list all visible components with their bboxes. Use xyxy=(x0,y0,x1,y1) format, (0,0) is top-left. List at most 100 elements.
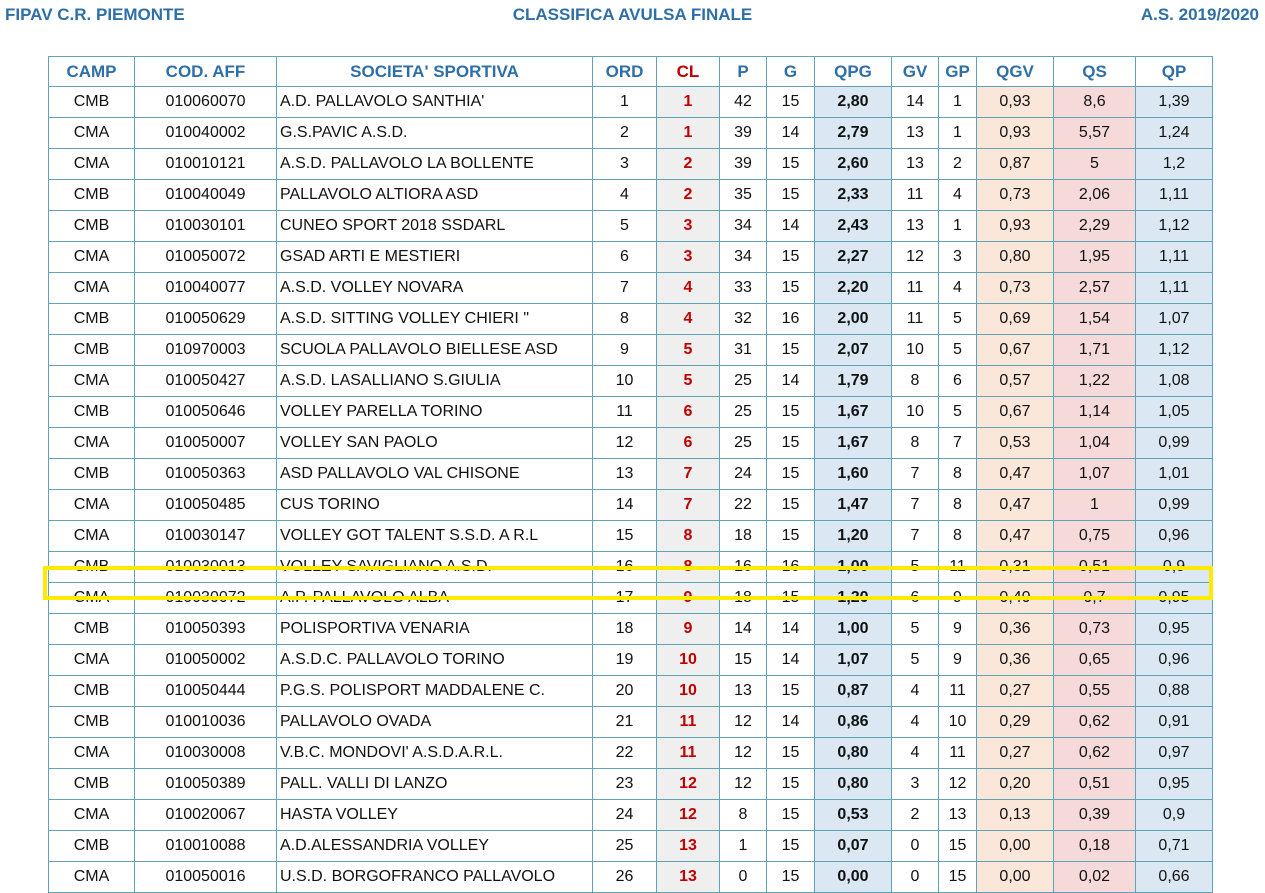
qpg-cell: 2,27 xyxy=(814,241,892,273)
cod-aff-cell: 010030072 xyxy=(134,582,277,614)
camp-cell: CMB xyxy=(48,768,135,800)
season-label: A.S. 2019/2020 xyxy=(1140,5,1259,24)
cod-aff-cell: 010050646 xyxy=(134,396,277,428)
qp-cell: 1,11 xyxy=(1135,272,1213,304)
societa-cell: SCUOLA PALLAVOLO BIELLESE ASD xyxy=(276,334,593,366)
g-cell: 15 xyxy=(766,427,815,459)
gp-cell: 9 xyxy=(938,582,977,614)
qgv-cell: 0,47 xyxy=(976,458,1054,490)
camp-cell: CMB xyxy=(48,830,135,862)
qp-cell: 0,95 xyxy=(1135,613,1213,645)
gp-cell: 12 xyxy=(938,768,977,800)
cod-aff-cell: 010030147 xyxy=(134,520,277,552)
g-cell: 15 xyxy=(766,489,815,521)
qs-cell: 0,62 xyxy=(1053,737,1136,769)
qp-cell: 0,66 xyxy=(1135,861,1213,893)
cod-aff-cell: 010050629 xyxy=(134,303,277,335)
cl-cell: 12 xyxy=(656,799,720,831)
ord-cell: 18 xyxy=(592,613,657,645)
societa-cell: A.S.D.C. PALLAVOLO TORINO xyxy=(276,644,593,676)
ord-cell: 22 xyxy=(592,737,657,769)
gv-cell: 5 xyxy=(891,644,939,676)
cod-aff-cell: 010050007 xyxy=(134,427,277,459)
gp-cell: 6 xyxy=(938,365,977,397)
qgv-cell: 0,00 xyxy=(976,861,1054,893)
camp-cell: CMA xyxy=(48,644,135,676)
ord-cell: 17 xyxy=(592,582,657,614)
table-row: CMA 010040077 A.S.D. VOLLEY NOVARA 7 4 33 15 2,… xyxy=(48,272,1213,304)
qp-cell: 1,11 xyxy=(1135,179,1213,211)
gp-cell: 8 xyxy=(938,520,977,552)
qgv-cell: 0,87 xyxy=(976,148,1054,180)
qgv-cell: 0,67 xyxy=(976,396,1054,428)
cl-cell: 9 xyxy=(656,582,720,614)
gp-cell: 2 xyxy=(938,148,977,180)
cl-cell: 13 xyxy=(656,861,720,893)
camp-cell: CMA xyxy=(48,272,135,304)
g-cell: 15 xyxy=(766,86,815,118)
cod-aff-cell: 010970003 xyxy=(134,334,277,366)
gp-cell: 1 xyxy=(938,117,977,149)
col-header-ord: ORD xyxy=(592,56,657,87)
col-header-qp: QP xyxy=(1135,56,1213,87)
gp-cell: 9 xyxy=(938,613,977,645)
g-cell: 15 xyxy=(766,458,815,490)
col-header-p: P xyxy=(719,56,767,87)
cod-aff-cell: 010040049 xyxy=(134,179,277,211)
qp-cell: 1,39 xyxy=(1135,86,1213,118)
qs-cell: 5 xyxy=(1053,148,1136,180)
societa-cell: VOLLEY PARELLA TORINO xyxy=(276,396,593,428)
gp-cell: 8 xyxy=(938,489,977,521)
ord-cell: 3 xyxy=(592,148,657,180)
societa-cell: A.S.D. SITTING VOLLEY CHIERI " xyxy=(276,303,593,335)
societa-cell: HASTA VOLLEY xyxy=(276,799,593,831)
gv-cell: 13 xyxy=(891,210,939,242)
gv-cell: 14 xyxy=(891,86,939,118)
g-cell: 16 xyxy=(766,303,815,335)
page-title: CLASSIFICA AVULSA FINALE xyxy=(512,5,753,24)
camp-cell: CMA xyxy=(48,737,135,769)
g-cell: 15 xyxy=(766,830,815,862)
societa-cell: CUS TORINO xyxy=(276,489,593,521)
ord-cell: 8 xyxy=(592,303,657,335)
cl-cell: 8 xyxy=(656,520,720,552)
gp-cell: 11 xyxy=(938,737,977,769)
table-row: CMB 010010088 A.D.ALESSANDRIA VOLLEY 25 13 1 1… xyxy=(48,830,1213,862)
cod-aff-cell: 010030008 xyxy=(134,737,277,769)
ord-cell: 24 xyxy=(592,799,657,831)
qgv-cell: 0,47 xyxy=(976,489,1054,521)
cod-aff-cell: 010040077 xyxy=(134,272,277,304)
camp-cell: CMB xyxy=(48,551,135,583)
cl-cell: 4 xyxy=(656,303,720,335)
qgv-cell: 0,13 xyxy=(976,799,1054,831)
camp-cell: CMB xyxy=(48,675,135,707)
qgv-cell: 0,69 xyxy=(976,303,1054,335)
cod-aff-cell: 010040002 xyxy=(134,117,277,149)
qpg-cell: 1,67 xyxy=(814,427,892,459)
gv-cell: 6 xyxy=(891,582,939,614)
camp-cell: CMA xyxy=(48,582,135,614)
cod-aff-cell: 010030013 xyxy=(134,551,277,583)
ord-cell: 11 xyxy=(592,396,657,428)
col-header-g: G xyxy=(766,56,815,87)
qs-cell: 5,57 xyxy=(1053,117,1136,149)
qs-cell: 0,55 xyxy=(1053,675,1136,707)
societa-cell: PALLAVOLO OVADA xyxy=(276,706,593,738)
gv-cell: 7 xyxy=(891,489,939,521)
cod-aff-cell: 010060070 xyxy=(134,86,277,118)
cl-cell: 4 xyxy=(656,272,720,304)
table-row: CMB 010050389 PALL. VALLI DI LANZO 23 12 12 15… xyxy=(48,768,1213,800)
p-cell: 15 xyxy=(719,644,767,676)
qs-cell: 0,73 xyxy=(1053,613,1136,645)
camp-cell: CMA xyxy=(48,861,135,893)
qgv-cell: 0,93 xyxy=(976,210,1054,242)
qp-cell: 0,99 xyxy=(1135,489,1213,521)
g-cell: 15 xyxy=(766,272,815,304)
qgv-cell: 0,20 xyxy=(976,768,1054,800)
g-cell: 15 xyxy=(766,799,815,831)
cl-cell: 1 xyxy=(656,86,720,118)
societa-cell: A.S.D. LASALLIANO S.GIULIA xyxy=(276,365,593,397)
gv-cell: 11 xyxy=(891,272,939,304)
qpg-cell: 1,00 xyxy=(814,613,892,645)
cl-cell: 3 xyxy=(656,210,720,242)
